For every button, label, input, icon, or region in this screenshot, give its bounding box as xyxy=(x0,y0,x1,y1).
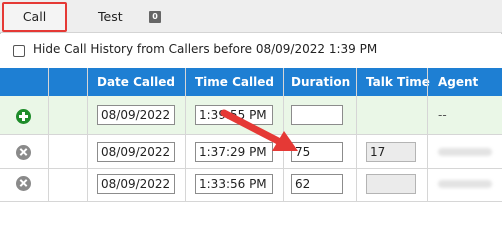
time-input[interactable] xyxy=(195,142,273,162)
column-divider xyxy=(356,68,357,202)
column-header-time-called[interactable]: Time Called xyxy=(195,68,274,96)
new-time-input[interactable] xyxy=(195,105,273,125)
new-date-input[interactable] xyxy=(97,105,175,125)
column-divider xyxy=(283,68,284,202)
talk-time-field xyxy=(366,174,416,194)
column-divider xyxy=(427,68,428,202)
duration-input[interactable] xyxy=(291,174,343,194)
agent-name-redacted xyxy=(438,180,492,188)
test-count-badge: 0 xyxy=(149,11,161,23)
plus-circle-icon[interactable] xyxy=(16,109,31,124)
x-circle-icon[interactable] xyxy=(16,145,31,160)
new-agent-value: -- xyxy=(438,108,447,122)
talk-time-field xyxy=(366,142,416,162)
column-divider xyxy=(48,68,49,202)
column-header-date-called[interactable]: Date Called xyxy=(97,68,175,96)
x-circle-icon[interactable] xyxy=(16,176,31,191)
date-input[interactable] xyxy=(97,142,175,162)
tab-call-history[interactable]: Call History xyxy=(2,2,67,50)
column-header-talk-time[interactable]: Talk Time xyxy=(366,68,430,96)
agent-name-redacted xyxy=(438,148,492,156)
tab-strip: Call History Test 0 xyxy=(0,0,502,50)
column-header-duration[interactable]: Duration xyxy=(291,68,350,96)
hide-history-label: Hide Call History from Callers before 08… xyxy=(33,42,378,56)
duration-input[interactable] xyxy=(291,142,343,162)
new-duration-input[interactable] xyxy=(291,105,343,125)
tab-test[interactable]: Test xyxy=(98,0,123,33)
column-divider xyxy=(185,68,186,202)
hide-history-checkbox[interactable] xyxy=(13,45,25,57)
filter-row: Hide Call History from Callers before 08… xyxy=(0,34,502,68)
date-input[interactable] xyxy=(97,174,175,194)
column-divider xyxy=(87,68,88,202)
time-input[interactable] xyxy=(195,174,273,194)
column-header-agent[interactable]: Agent xyxy=(438,68,478,96)
